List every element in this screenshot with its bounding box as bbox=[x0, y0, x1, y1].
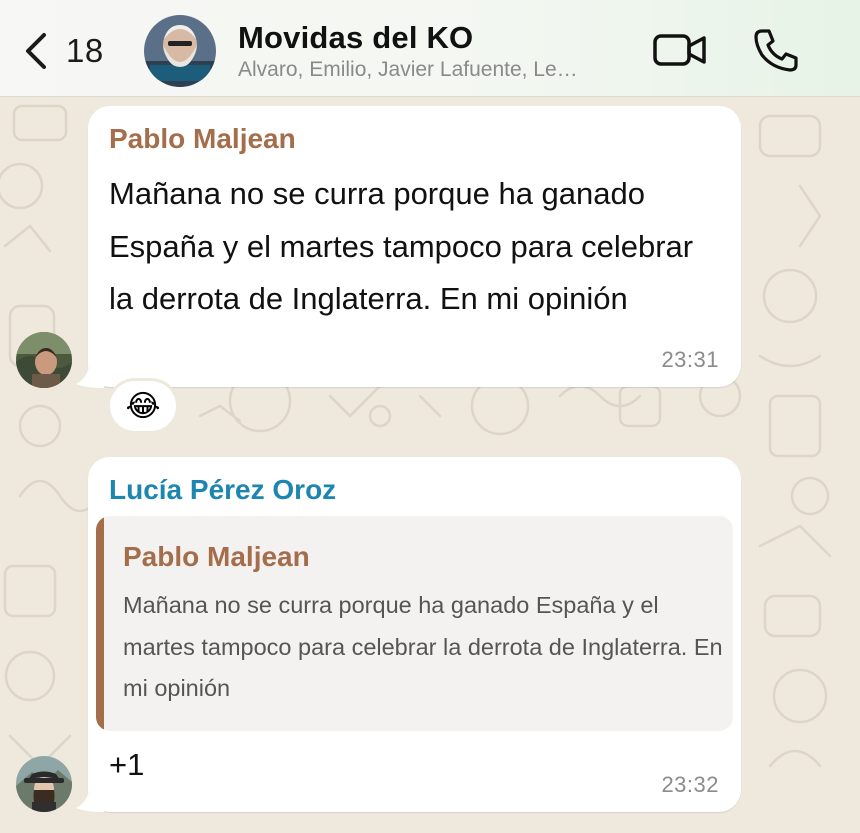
chat-participants[interactable]: Alvaro, Emilio, Javier Lafuente, Le… bbox=[238, 58, 638, 82]
reaction-badge[interactable]: 😂 bbox=[110, 381, 176, 431]
message-time: 23:32 bbox=[661, 772, 719, 797]
chat-title[interactable]: Movidas del KO bbox=[238, 20, 473, 56]
chevron-left-icon bbox=[26, 33, 46, 69]
bubble-tail bbox=[76, 786, 104, 812]
bubble-tail bbox=[76, 362, 104, 388]
quoted-text: Mañana no se curra porque ha ganado Espa… bbox=[123, 592, 723, 701]
back-button[interactable]: 18 bbox=[22, 28, 112, 74]
quoted-message[interactable]: Pablo Maljean Mañana no se curra porque … bbox=[96, 516, 733, 731]
video-call-button[interactable] bbox=[652, 30, 708, 70]
phone-icon bbox=[754, 29, 798, 72]
avatar[interactable] bbox=[16, 756, 72, 812]
message-sender[interactable]: Pablo Maljean bbox=[109, 123, 296, 155]
video-camera-icon bbox=[653, 34, 706, 66]
message-time: 23:31 bbox=[661, 347, 719, 372]
group-avatar[interactable] bbox=[144, 15, 216, 87]
message-bubble[interactable]: Pablo Maljean Mañana no se curra porque … bbox=[88, 106, 741, 387]
quote-accent-bar bbox=[96, 516, 104, 731]
avatar[interactable] bbox=[16, 332, 72, 388]
voice-call-button[interactable] bbox=[752, 27, 800, 73]
message-text: Mañana no se curra porque ha ganado Espa… bbox=[109, 176, 694, 316]
quoted-sender: Pablo Maljean bbox=[123, 541, 310, 572]
message-text: +1 bbox=[109, 747, 145, 782]
message-sender[interactable]: Lucía Pérez Oroz bbox=[109, 474, 336, 506]
message-bubble[interactable]: Lucía Pérez Oroz Pablo Maljean Mañana no… bbox=[88, 457, 741, 812]
chat-header: 18 Movidas del KO Alvaro, Emilio, Javier… bbox=[0, 0, 860, 97]
unread-count: 18 bbox=[66, 32, 104, 69]
